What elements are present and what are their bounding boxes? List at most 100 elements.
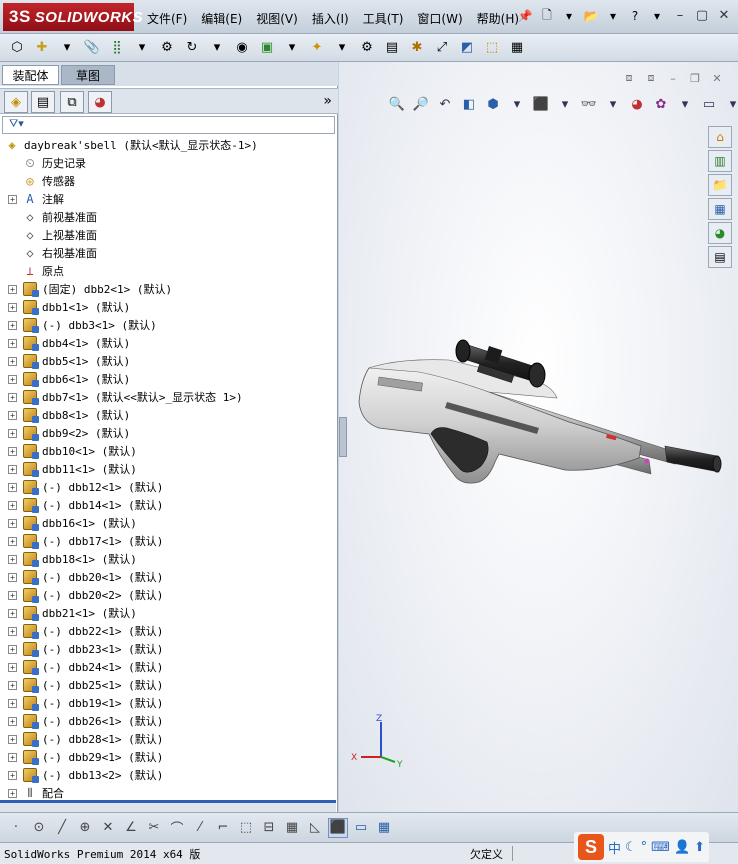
property-manager-tab-icon[interactable]: ▤ — [31, 91, 55, 113]
menu-item[interactable]: 窗口(W) — [410, 8, 469, 29]
center-circle-icon[interactable]: ⊕ — [75, 818, 95, 838]
expand-toggle-icon[interactable]: + — [8, 536, 17, 546]
tree-root-assembly[interactable]: ◈ daybreak'sbell (默认<默认_显示状态-1>) — [4, 136, 257, 154]
mate-icon[interactable]: 📎 — [81, 37, 103, 59]
expand-toggle-icon[interactable]: + — [8, 428, 17, 438]
insert-component-icon[interactable]: ✚ — [31, 37, 53, 59]
edit-component-icon[interactable]: ⬡ — [6, 37, 28, 59]
line-icon[interactable]: ╱ — [52, 818, 72, 838]
expand-toggle-icon[interactable]: + — [8, 518, 17, 528]
tree-component[interactable]: + (-) dbb17<1> (默认) — [8, 532, 163, 550]
slash-icon[interactable]: ⁄ — [190, 818, 210, 838]
dimension-icon[interactable]: ⊟ — [259, 818, 279, 838]
dropdown-arrow-icon[interactable]: ▾ — [604, 7, 622, 25]
tree-mates[interactable]: + ⫴ 配合 — [8, 784, 64, 800]
tree-component[interactable]: + dbb1<1> (默认) — [8, 298, 130, 316]
expand-toggle-icon[interactable]: + — [8, 554, 17, 564]
tree-item[interactable]: ◇ 上视基准面 — [22, 226, 97, 244]
display-manager-tab-icon[interactable]: ◕ — [88, 91, 112, 113]
dropdown-arrow-icon[interactable]: ▾ — [560, 7, 578, 25]
menu-item[interactable]: 视图(V) — [249, 8, 305, 29]
open-folder-icon[interactable]: 📂 — [582, 7, 600, 25]
expand-toggle-icon[interactable]: + — [8, 482, 17, 492]
rifle-3d-model[interactable] — [339, 62, 738, 812]
expand-toggle-icon[interactable]: + — [8, 410, 17, 420]
tree-item[interactable]: + A 注解 — [8, 190, 64, 208]
trim-icon[interactable]: ✂ — [144, 818, 164, 838]
tree-component[interactable]: + (-) dbb20<2> (默认) — [8, 586, 163, 604]
menu-item[interactable]: 编辑(E) — [194, 8, 249, 29]
tree-component[interactable]: + dbb21<1> (默认) — [8, 604, 137, 622]
expand-panel-icon[interactable]: » — [323, 93, 332, 109]
close-icon[interactable]: ✕ — [716, 7, 732, 23]
multi-view-icon[interactable]: ▦ — [374, 818, 394, 838]
tree-item[interactable]: ◇ 右视基准面 — [22, 244, 97, 262]
expand-toggle-icon[interactable]: + — [8, 662, 17, 672]
expand-toggle-icon[interactable]: + — [8, 788, 17, 798]
dropdown-arrow-icon[interactable]: ▾ — [131, 37, 153, 59]
corner-icon[interactable]: ⌐ — [213, 818, 233, 838]
expand-toggle-icon[interactable]: + — [8, 194, 17, 204]
move-component-icon[interactable]: ↻ — [181, 37, 203, 59]
arc-icon[interactable]: ⌒ — [167, 818, 187, 838]
tree-item[interactable]: ◎ 传感器 — [22, 172, 75, 190]
expand-toggle-icon[interactable]: + — [8, 392, 17, 402]
angle-icon[interactable]: ∠ — [121, 818, 141, 838]
instant3d-icon[interactable]: ⬚ — [481, 37, 503, 59]
rectangle-icon[interactable]: ⬚ — [236, 818, 256, 838]
dropdown-arrow-icon[interactable]: ▾ — [56, 37, 78, 59]
tree-item[interactable]: ⏲ 历史记录 — [22, 154, 86, 172]
new-document-icon[interactable]: 🗋 — [538, 7, 556, 25]
expand-toggle-icon[interactable]: + — [8, 464, 17, 474]
tree-component[interactable]: + (-) dbb20<1> (默认) — [8, 568, 163, 586]
tab-sketch[interactable]: 草图 — [61, 65, 115, 85]
graphics-area[interactable]: ⧈ ⧈ – ❐ ✕ 🔍 🔎 ↶ ◧ ⬢ ▾ ⬛ ▾ 👓 ▾ ◕ ✿ ▾ ▭ ▾ … — [339, 62, 738, 812]
cross-icon[interactable]: ✕ — [98, 818, 118, 838]
expand-toggle-icon[interactable]: + — [8, 302, 17, 312]
tree-filter[interactable]: ⛛▾ — [2, 116, 335, 134]
tools-icon[interactable]: ⬆ — [694, 840, 705, 855]
tree-component[interactable]: + (-) dbb13<2> (默认) — [8, 766, 163, 784]
moon-icon[interactable]: ☾ — [625, 840, 637, 855]
interference-detection-icon[interactable]: ◩ — [456, 37, 478, 59]
dropdown-arrow-icon[interactable]: ▾ — [331, 37, 353, 59]
configuration-manager-tab-icon[interactable]: ⧉ — [60, 91, 84, 113]
expand-toggle-icon[interactable]: + — [8, 284, 17, 294]
reference-geometry-icon[interactable]: ✦ — [306, 37, 328, 59]
ime-mode[interactable]: 中 — [608, 838, 621, 857]
explode-line-sketch-icon[interactable]: ⤢ — [431, 37, 453, 59]
triangle-icon[interactable]: ◺ — [305, 818, 325, 838]
tree-component[interactable]: + dbb16<1> (默认) — [8, 514, 137, 532]
tree-component[interactable]: + dbb4<1> (默认) — [8, 334, 130, 352]
funnel-icon[interactable]: ⛛▾ — [9, 117, 24, 130]
ime-toolbar[interactable]: S 中 ☾ ° ⌨ 👤 ⬆ — [574, 832, 710, 862]
punctuation-icon[interactable]: ° — [641, 840, 648, 855]
dropdown-arrow-icon[interactable]: ▾ — [281, 37, 303, 59]
tree-component[interactable]: + (-) dbb25<1> (默认) — [8, 676, 163, 694]
menu-item[interactable]: 文件(F) — [140, 8, 194, 29]
minimize-icon[interactable]: – — [672, 7, 688, 23]
dropdown-arrow-icon[interactable]: ▾ — [206, 37, 228, 59]
keyboard-icon[interactable]: ⌨ — [651, 840, 670, 855]
tree-component[interactable]: + dbb8<1> (默认) — [8, 406, 130, 424]
tree-component[interactable]: + (-) dbb3<1> (默认) — [8, 316, 157, 334]
feature-tree-tab-icon[interactable]: ◈ — [4, 91, 28, 113]
expand-toggle-icon[interactable]: + — [8, 752, 17, 762]
tree-component[interactable]: + dbb7<1> (默认<<默认>_显示状态 1>) — [8, 388, 243, 406]
expand-toggle-icon[interactable]: + — [8, 770, 17, 780]
tree-component[interactable]: + dbb6<1> (默认) — [8, 370, 130, 388]
tree-component[interactable]: + dbb11<1> (默认) — [8, 460, 137, 478]
dropdown-arrow-icon[interactable]: ▾ — [648, 7, 666, 25]
expand-toggle-icon[interactable]: + — [8, 356, 17, 366]
menu-item[interactable]: 插入(I) — [305, 8, 356, 29]
tree-item[interactable]: ⊥ 原点 — [22, 262, 64, 280]
expand-toggle-icon[interactable]: + — [8, 626, 17, 636]
tree-component[interactable]: + dbb18<1> (默认) — [8, 550, 137, 568]
expand-toggle-icon[interactable]: + — [8, 608, 17, 618]
tree-component[interactable]: + dbb9<2> (默认) — [8, 424, 130, 442]
expand-toggle-icon[interactable]: + — [8, 374, 17, 384]
tree-item[interactable]: ◇ 前视基准面 — [22, 208, 97, 226]
show-hidden-icon[interactable]: ◉ — [231, 37, 253, 59]
tree-component[interactable]: + (-) dbb24<1> (默认) — [8, 658, 163, 676]
tree-component[interactable]: + (-) dbb29<1> (默认) — [8, 748, 163, 766]
